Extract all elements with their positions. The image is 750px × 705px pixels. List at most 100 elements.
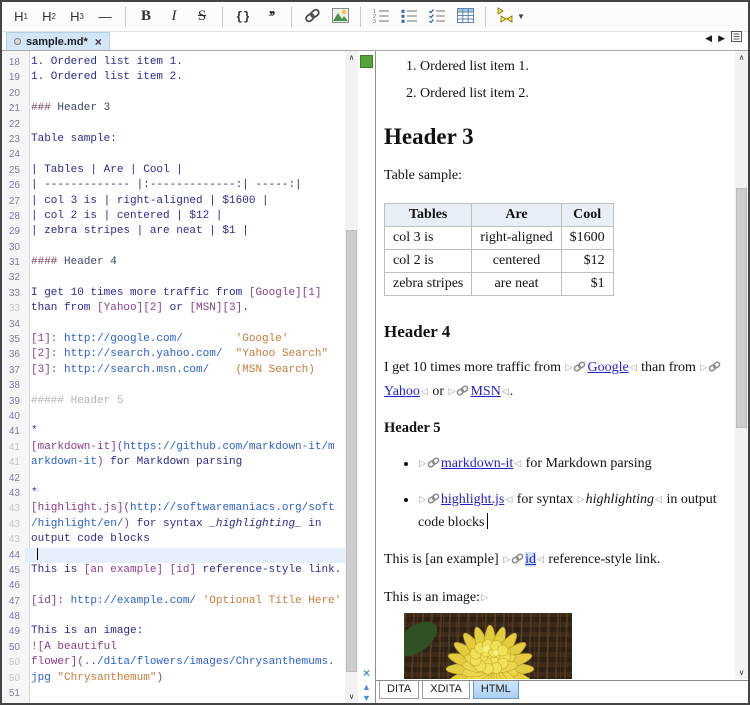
editor-line[interactable]: 35[1]: http://google.com/ 'Google' <box>2 332 345 347</box>
scroll-up-icon[interactable]: ∧ <box>735 51 748 64</box>
editor-line[interactable]: 49This is an image: <box>2 624 345 639</box>
scroll-down-icon[interactable]: ∨ <box>345 690 358 703</box>
table-cell: col 2 is <box>385 250 472 273</box>
editor-line[interactable]: 43* <box>2 486 345 501</box>
h3-button[interactable]: H3 <box>64 5 90 29</box>
next-tab-icon[interactable]: ▶ <box>718 33 725 44</box>
split-collapse-up-icon[interactable]: ▲ <box>358 682 375 692</box>
previous-tab-icon[interactable]: ◀ <box>705 33 712 44</box>
preview-link[interactable]: markdown-it <box>441 456 513 471</box>
line-text: [highlight.js](http://softwaremaniacs.or… <box>25 501 335 516</box>
editor-line[interactable]: 32 <box>2 270 345 285</box>
blockquote-button[interactable]: ’’ <box>258 5 284 29</box>
preview-scrollbar-thumb[interactable] <box>736 188 747 428</box>
close-split-icon[interactable]: × <box>358 666 375 680</box>
bottom-tab-xdita[interactable]: XDITA <box>422 681 470 699</box>
element-start-marker-icon: ▷ <box>419 495 426 505</box>
editor-line[interactable]: 50flower](../dita/flowers/images/Chrysan… <box>2 655 345 670</box>
bottom-tab-html[interactable]: HTML <box>473 681 519 699</box>
editor-line[interactable]: 43output code blocks <box>2 532 345 547</box>
editor-line[interactable]: 30 <box>2 240 345 255</box>
preview-link[interactable]: MSN <box>470 384 500 399</box>
editor-line[interactable]: 41* <box>2 424 345 439</box>
preview-vertical-scrollbar[interactable]: ∧ ∨ <box>735 51 748 679</box>
tab-list-icon[interactable] <box>731 29 742 47</box>
editor-line[interactable]: 44 <box>2 548 345 563</box>
editor-line[interactable]: 21### Header 3 <box>2 101 345 116</box>
preview-content[interactable]: Ordered list item 1.Ordered list item 2.… <box>376 51 733 679</box>
editor-line[interactable]: 36[2]: http://search.yahoo.com/ "Yahoo S… <box>2 347 345 362</box>
markers-icon <box>496 7 514 26</box>
editor-line[interactable]: 48 <box>2 609 345 624</box>
editor-line[interactable]: 29| zebra stripes | are neat | $1 | <box>2 224 345 239</box>
preview-link[interactable]: Google <box>587 360 628 375</box>
editor-line[interactable]: 37[3]: http://search.msn.com/ (MSN Searc… <box>2 363 345 378</box>
editor-line[interactable]: 23Table sample: <box>2 132 345 147</box>
line-number: 49 <box>2 624 25 639</box>
preview-link[interactable]: Yahoo <box>384 384 420 399</box>
editor-line[interactable]: 50jpg "Chrysanthemum") <box>2 671 345 686</box>
editor-line[interactable]: 47[id]: http://example.com/ 'Optional Ti… <box>2 594 345 609</box>
editor-line[interactable]: 51 <box>2 686 345 701</box>
preview-pane[interactable]: Ordered list item 1.Ordered list item 2.… <box>376 51 748 703</box>
editor-scrollbar-thumb[interactable] <box>346 230 357 672</box>
editor-line[interactable]: 31#### Header 4 <box>2 255 345 270</box>
editor-line[interactable]: 22 <box>2 117 345 132</box>
text: This is [an example] <box>384 552 502 567</box>
editor-line[interactable]: 43/highlight/en/) for syntax _highlighti… <box>2 517 345 532</box>
editor-line[interactable]: 45This is [an example] [id] reference-st… <box>2 563 345 578</box>
insert-link-button[interactable] <box>299 5 325 29</box>
show-markers-button[interactable]: ▼ <box>493 5 528 29</box>
editor-line[interactable]: 24 <box>2 147 345 162</box>
line-number: 46 <box>2 578 25 593</box>
line-number: 42 <box>2 471 25 486</box>
editor-line[interactable]: 28| col 2 is | centered | $12 | <box>2 209 345 224</box>
strikethrough-button[interactable]: S <box>189 5 215 29</box>
ordered-list-button[interactable]: 123 <box>368 5 394 29</box>
task-list-button[interactable] <box>424 5 450 29</box>
editor-line[interactable]: 26| ------------- |:-------------:| ----… <box>2 178 345 193</box>
editor-line[interactable]: 27| col 3 is | right-aligned | $1600 | <box>2 194 345 209</box>
unordered-list-button[interactable] <box>396 5 422 29</box>
editor-line[interactable]: 50![A beautiful <box>2 640 345 655</box>
tab-sample-md[interactable]: sample.md* × <box>6 32 110 50</box>
link-icon <box>304 8 321 26</box>
editor-line[interactable]: 33I get 10 times more traffic from [Goog… <box>2 286 345 301</box>
editor-line[interactable]: 38 <box>2 378 345 393</box>
editor-line[interactable]: 46 <box>2 578 345 593</box>
close-tab-icon[interactable]: × <box>95 35 102 49</box>
element-start-marker-icon: ▷ <box>481 593 488 603</box>
preview-link[interactable]: id <box>525 552 536 567</box>
table-row: col 3 isright-aligned$1600 <box>385 227 614 250</box>
editor-line[interactable]: 42 <box>2 471 345 486</box>
chrysanthemum-image[interactable] <box>404 613 572 679</box>
editor-line[interactable]: 181. Ordered list item 1. <box>2 55 345 70</box>
split-divider[interactable]: × ▲ ▼ <box>358 51 376 703</box>
source-editor-pane[interactable]: 181. Ordered list item 1.191. Ordered li… <box>2 51 358 703</box>
editor-line[interactable]: 191. Ordered list item 2. <box>2 70 345 85</box>
editor-line[interactable]: 39##### Header 5 <box>2 394 345 409</box>
editor-lines[interactable]: 181. Ordered list item 1.191. Ordered li… <box>2 51 345 703</box>
insert-table-button[interactable] <box>452 5 478 29</box>
scroll-up-icon[interactable]: ∧ <box>345 51 358 64</box>
editor-line[interactable]: 41arkdown-it) for Markdown parsing <box>2 455 345 470</box>
h1-button[interactable]: H1 <box>8 5 34 29</box>
code-button[interactable]: {} <box>230 5 256 29</box>
horizontal-rule-button[interactable]: — <box>92 5 118 29</box>
insert-image-button[interactable] <box>327 5 353 29</box>
preview-link[interactable]: highlight.js <box>441 492 504 507</box>
editor-line[interactable]: 25| Tables | Are | Cool | <box>2 163 345 178</box>
editor-line[interactable]: 41[markdown-it](https://github.com/markd… <box>2 440 345 455</box>
italic-button[interactable]: I <box>161 5 187 29</box>
split-collapse-down-icon[interactable]: ▼ <box>358 693 375 703</box>
editor-line[interactable]: 20 <box>2 86 345 101</box>
editor-line[interactable]: 34 <box>2 317 345 332</box>
editor-line[interactable]: 43[highlight.js](http://softwaremaniacs.… <box>2 501 345 516</box>
bold-button[interactable]: B <box>133 5 159 29</box>
scroll-down-icon[interactable]: ∨ <box>735 666 748 679</box>
editor-line[interactable]: 40 <box>2 409 345 424</box>
editor-vertical-scrollbar[interactable]: ∧ ∨ <box>345 51 358 703</box>
bottom-tab-dita[interactable]: DITA <box>379 681 419 699</box>
editor-line[interactable]: 33than from [Yahoo][2] or [MSN][3]. <box>2 301 345 316</box>
h2-button[interactable]: H2 <box>36 5 62 29</box>
